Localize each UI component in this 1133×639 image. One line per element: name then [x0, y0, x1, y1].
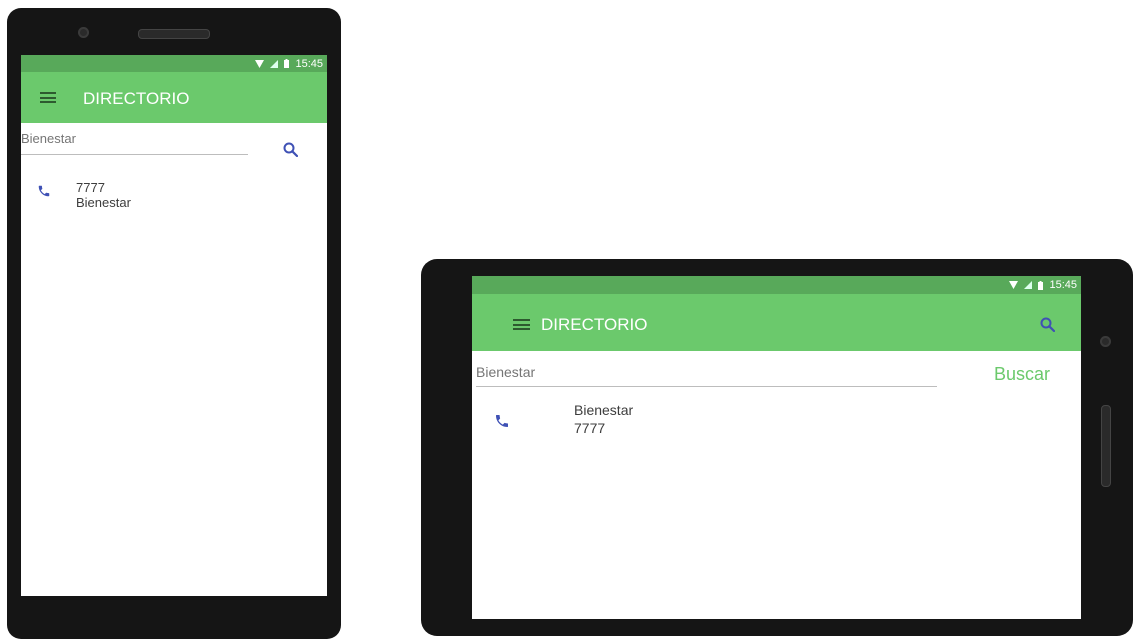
search-button[interactable]: Buscar [994, 364, 1050, 385]
landscape-phone-frame: 15:45 DIRECTORIO Buscar Bienestar [421, 259, 1133, 636]
portrait-screen: 15:45 DIRECTORIO 7777 Bienestar [21, 55, 327, 596]
portrait-phone-frame: 15:45 DIRECTORIO 7777 Bienestar [7, 8, 341, 639]
earpiece-speaker [138, 29, 210, 39]
battery-icon [284, 59, 290, 68]
search-field[interactable] [476, 362, 937, 387]
menu-icon[interactable] [40, 92, 56, 103]
front-camera [1100, 336, 1111, 347]
status-time: 15:45 [295, 57, 323, 70]
phone-icon[interactable] [37, 184, 51, 198]
search-input[interactable] [21, 128, 248, 148]
battery-icon [1038, 280, 1044, 290]
landscape-screen: 15:45 DIRECTORIO Buscar Bienestar [472, 276, 1081, 619]
signal-icon [1024, 281, 1033, 289]
contact-name: Bienestar [574, 402, 634, 418]
search-icon[interactable] [1040, 317, 1055, 332]
wifi-icon [1009, 281, 1019, 289]
search-input[interactable] [476, 362, 937, 382]
app-bar: DIRECTORIO [21, 72, 327, 123]
front-camera [78, 27, 89, 38]
app-title: DIRECTORIO [83, 89, 190, 108]
app-title: DIRECTORIO [541, 315, 648, 334]
status-bar: 15:45 [21, 55, 327, 72]
contact-number: 7777 [76, 180, 105, 195]
contact-number: 7777 [574, 420, 606, 436]
status-bar: 15:45 [472, 276, 1081, 294]
app-bar: DIRECTORIO [472, 294, 1081, 351]
wifi-icon [255, 59, 265, 68]
search-icon[interactable] [283, 142, 298, 157]
menu-icon[interactable] [513, 319, 530, 330]
status-time: 15:45 [1049, 279, 1077, 291]
search-field[interactable] [21, 128, 248, 155]
earpiece-speaker [1101, 405, 1111, 487]
contact-name: Bienestar [76, 195, 131, 210]
phone-icon[interactable] [494, 413, 510, 429]
signal-icon [270, 59, 279, 68]
